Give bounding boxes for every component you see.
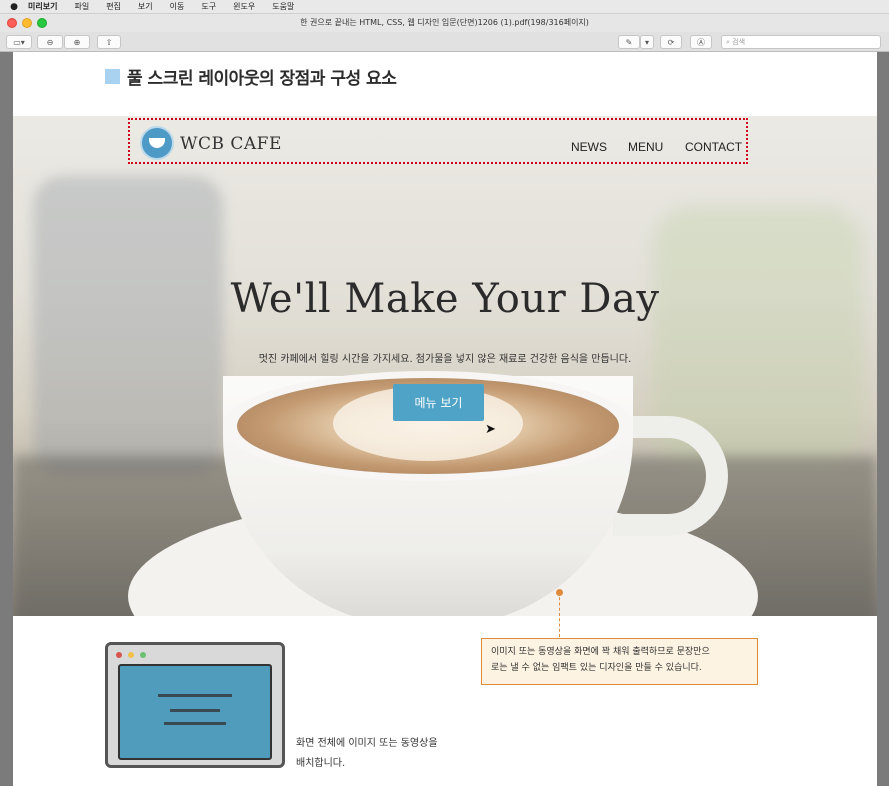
site-logo-text[interactable]: WCB CAFE (180, 134, 282, 154)
menu-item-file[interactable]: 파일 (74, 1, 89, 12)
window-title: 한 권으로 끝내는 HTML, CSS, 웹 디자인 입문(단면)1206 (1… (300, 18, 589, 27)
menu-item-preview[interactable]: 미리보기 (28, 1, 57, 12)
menu-item-window[interactable]: 윈도우 (233, 1, 255, 12)
nav-link-news[interactable]: NEWS (571, 140, 607, 154)
zoom-out-icon[interactable]: ⊖ (37, 35, 63, 49)
menu-item-help[interactable]: 도움말 (272, 1, 294, 12)
rotate-icon[interactable]: ⟳ (660, 35, 682, 49)
caption-line-1: 화면 전체에 이미지 또는 동영상을 (296, 738, 438, 749)
illus-green-dot (140, 652, 146, 658)
logo-cup-icon (149, 138, 165, 148)
section-heading: 풀 스크린 레이아웃의 장점과 구성 요소 (105, 64, 397, 89)
heading-square-icon (105, 69, 120, 84)
menu-item-view[interactable]: 보기 (138, 1, 153, 12)
share-icon[interactable]: ⇧ (97, 35, 121, 49)
heading-text: 풀 스크린 레이아웃의 장점과 구성 요소 (127, 69, 397, 89)
menu-item-tools[interactable]: 도구 (201, 1, 216, 12)
pdf-page: 풀 스크린 레이아웃의 장점과 구성 요소 WCB CAFE NEWS MENU… (13, 52, 877, 786)
callout-dot (556, 589, 563, 596)
illus-text-line (170, 709, 220, 712)
menu-item-edit[interactable]: 편집 (106, 1, 121, 12)
zoom-in-icon[interactable]: ⊕ (64, 35, 90, 49)
illus-text-line (158, 694, 232, 697)
screen: ● 미리보기 파일 편집 보기 이동 도구 윈도우 도움말 한 권으로 끝내는 … (0, 0, 889, 786)
search-input[interactable]: ⌕ 검색 (721, 35, 881, 49)
callout-line-2: 로는 낼 수 없는 임팩트 있는 디자인을 만들 수 있습니다. (491, 663, 702, 673)
sidebar-toggle-icon[interactable]: ▭▾ (6, 35, 32, 49)
menu-bar: ● 미리보기 파일 편집 보기 이동 도구 윈도우 도움말 (0, 0, 889, 14)
callout-box: 이미지 또는 동영상을 화면에 꽉 채워 출력하므로 문장만으 로는 낼 수 없… (481, 638, 758, 685)
window-title-bar: 한 권으로 끝내는 HTML, CSS, 웹 디자인 입문(단면)1206 (1… (0, 14, 889, 32)
hero-title: We'll Make Your Day (230, 276, 660, 322)
nav-link-menu[interactable]: MENU (628, 140, 663, 154)
site-header-highlight: WCB CAFE NEWS MENU CONTACT (128, 118, 748, 164)
close-window-button[interactable] (7, 18, 17, 28)
chevron-down-icon[interactable]: ▾ (640, 35, 654, 49)
menu-item-go[interactable]: 이동 (170, 1, 185, 12)
callout-line-1: 이미지 또는 동영상을 화면에 꽉 채워 출력하므로 문장만으 (491, 647, 710, 657)
annotate-icon[interactable]: Ⓐ (690, 35, 712, 49)
illus-red-dot (116, 652, 122, 658)
markup-pen-icon[interactable]: ✎ (618, 35, 640, 49)
cafe-logo-icon[interactable] (140, 126, 174, 160)
website-hero-image: WCB CAFE NEWS MENU CONTACT We'll Make Yo… (13, 116, 877, 616)
menu-view-button[interactable]: 메뉴 보기 (393, 384, 484, 421)
nav-link-contact[interactable]: CONTACT (685, 140, 742, 154)
hero-subtitle: 멋진 카페에서 힐링 시간을 가지세요. 첨가물을 넣지 않은 재료로 건강한 … (258, 354, 632, 365)
illus-yellow-dot (128, 652, 134, 658)
toolbar: ▭▾ ⊖ ⊕ ⇧ ✎ ▾ ⟳ Ⓐ ⌕ 검색 (0, 32, 889, 52)
callout-leader-line (559, 592, 560, 637)
caption-line-2: 배치합니다. (296, 758, 346, 769)
search-placeholder: 검색 (732, 38, 746, 46)
apple-menu-icon[interactable]: ● (0, 2, 28, 12)
mouse-cursor-icon: ➤ (485, 422, 496, 437)
illus-text-line (164, 722, 226, 725)
illustration-caption: 화면 전체에 이미지 또는 동영상을 배치합니다. (296, 734, 438, 774)
hero-overlay (13, 116, 877, 616)
browser-window-illustration (105, 642, 285, 768)
illus-screen (118, 664, 272, 760)
document-area[interactable]: 풀 스크린 레이아웃의 장점과 구성 요소 WCB CAFE NEWS MENU… (0, 52, 889, 786)
minimize-window-button[interactable] (22, 18, 32, 28)
zoom-window-button[interactable] (37, 18, 47, 28)
